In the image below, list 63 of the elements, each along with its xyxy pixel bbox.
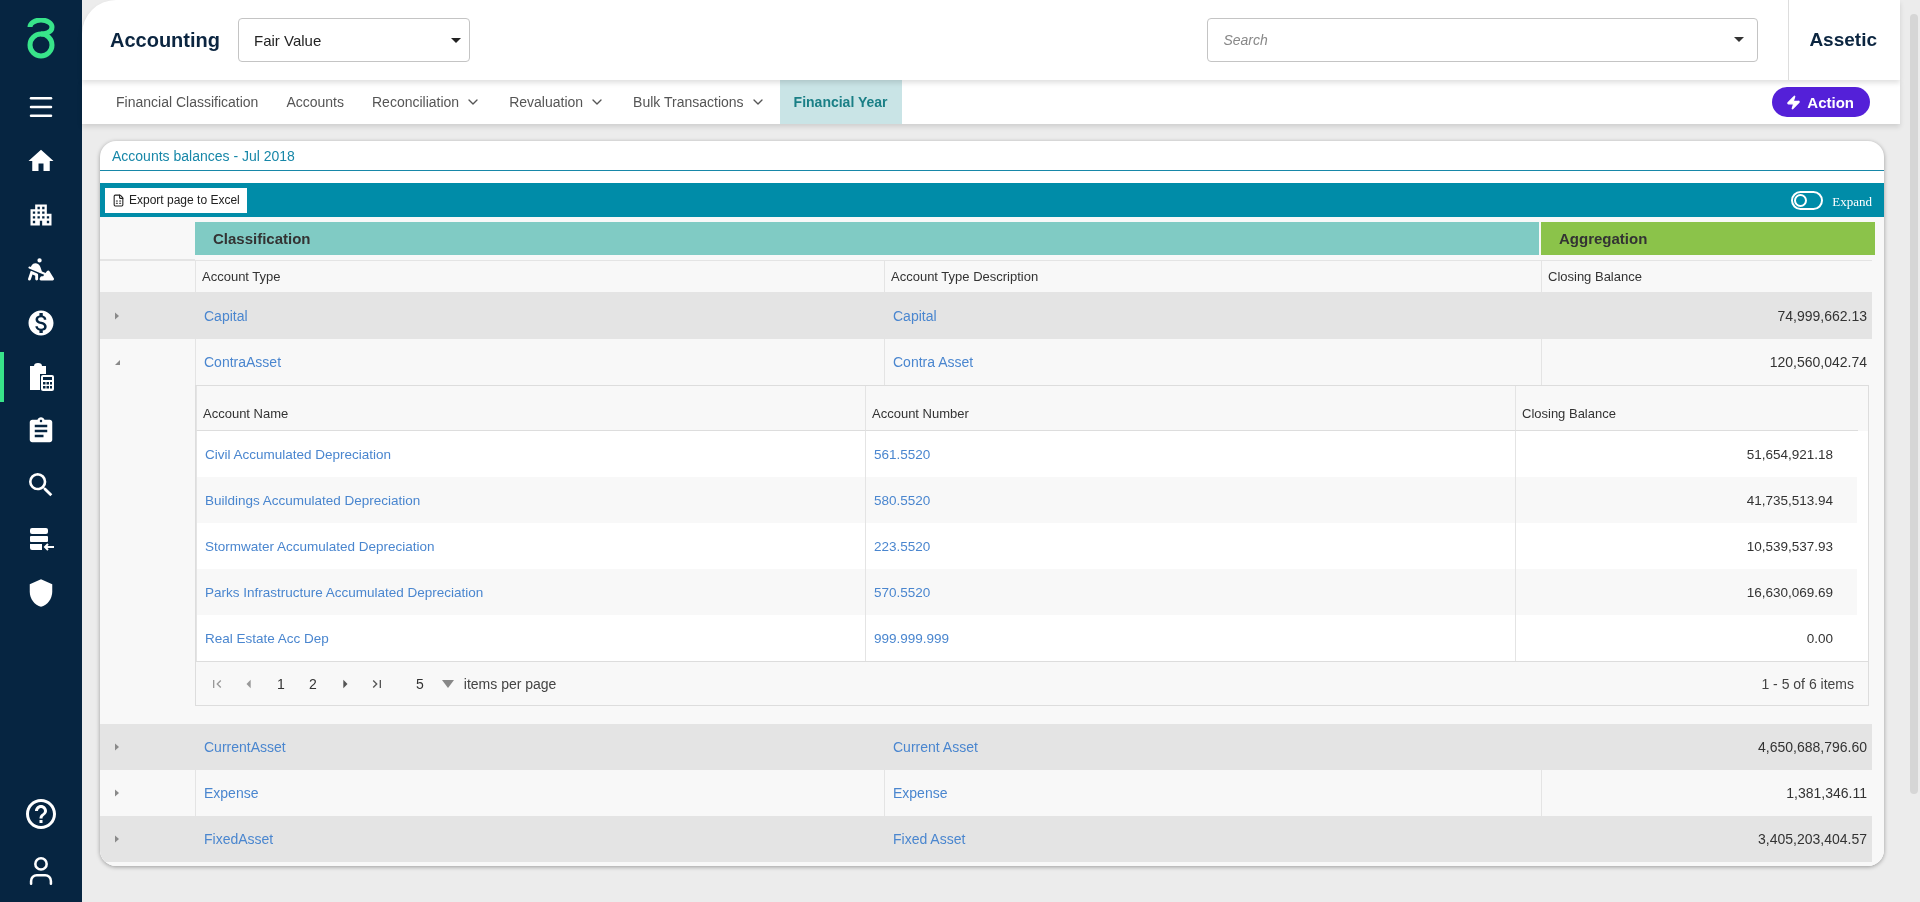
expand-toggle[interactable] — [1791, 190, 1824, 210]
column-header[interactable]: Account Type — [195, 261, 884, 292]
page-title: Accounting — [110, 28, 220, 52]
dropdown-caret-icon — [441, 679, 454, 688]
digging-worker-icon[interactable] — [28, 256, 54, 282]
description-link[interactable]: Expense — [893, 785, 948, 801]
nav-tab[interactable]: Accounts — [272, 80, 358, 124]
account-name-link[interactable]: Stormwater Accumulated Depreciation — [205, 538, 435, 554]
table-row[interactable]: Buildings Accumulated Depreciation 580.5520 41,735,513.94 — [196, 477, 1857, 523]
table-cell: 41,735,513.94 — [1746, 492, 1833, 508]
dollar-coin-icon[interactable] — [26, 308, 56, 338]
table-cell: 74,999,662.13 — [1777, 308, 1867, 324]
description-link[interactable]: Contra Asset — [893, 354, 974, 370]
action-button[interactable]: Action — [1772, 87, 1870, 117]
spreadsheet-icon — [112, 193, 125, 207]
table-row[interactable]: CurrentAsset Current Asset 4,650,688,796.60 — [100, 724, 1872, 770]
table-cell: 3,405,203,404.57 — [1758, 831, 1867, 847]
account-name-link[interactable]: Real Estate Acc Dep — [205, 630, 329, 646]
clipboard-calculator-icon[interactable] — [27, 362, 55, 392]
nav-tab[interactable]: Financial Year — [779, 80, 902, 124]
account-number-link[interactable]: 561.5520 — [874, 446, 931, 462]
list-arrow-icon[interactable] — [27, 525, 55, 553]
account-name-link[interactable]: Civil Accumulated Depreciation — [205, 446, 392, 462]
table-cell: 120,560,042.74 — [1769, 354, 1867, 370]
account-number-link[interactable]: 570.5520 — [874, 584, 931, 600]
card-title: Accounts balances - Jul 2018 — [112, 147, 295, 164]
toggle-label: Expand — [1832, 194, 1872, 210]
column-header[interactable]: Account Type Description — [884, 261, 1541, 292]
table-row[interactable]: Parks Infrastructure Accumulated Depreciation 570.5520 16,630,069.69 — [196, 569, 1857, 615]
search-field[interactable]: Search — [1207, 18, 1759, 62]
account-number-link[interactable]: 999.999.999 — [874, 630, 950, 646]
table-row[interactable]: Capital Capital 74,999,662.13 — [100, 293, 1872, 339]
table-cell: 51,654,921.18 — [1746, 446, 1833, 462]
nav-tab[interactable]: Reconciliation — [358, 80, 496, 124]
nav-tab[interactable]: Revaluation — [495, 80, 620, 124]
account-number-link[interactable]: 580.5520 — [874, 492, 931, 508]
page-number[interactable]: 2 — [302, 675, 324, 692]
lightning-icon — [1786, 94, 1802, 110]
help-icon[interactable] — [23, 796, 59, 832]
account-type-link[interactable]: Expense — [204, 785, 259, 801]
table-row[interactable]: FixedAsset Fixed Asset 3,405,203,404.57 — [100, 816, 1872, 862]
nav-tab[interactable]: Bulk Transactions — [619, 80, 780, 124]
column-group-header: Classification — [195, 222, 1539, 255]
dropdown-caret-icon — [451, 37, 461, 43]
table-cell: 4,650,688,796.60 — [1758, 739, 1867, 755]
table-cell: 16,630,069.69 — [1746, 584, 1833, 600]
table-cell: 0.00 — [1806, 630, 1833, 646]
page-number[interactable]: 1 — [270, 675, 292, 692]
table-cell: 10,539,537.93 — [1746, 538, 1833, 554]
column-header[interactable]: Closing Balance — [1541, 261, 1877, 292]
table-cell: 1,381,346.11 — [1786, 785, 1867, 801]
account-type-link[interactable]: ContraAsset — [204, 354, 282, 370]
pager-summary: 1 - 5 of 6 items — [1761, 675, 1854, 692]
column-group-header: Aggregation — [1541, 222, 1875, 255]
nav-tab[interactable]: Financial Classification — [102, 80, 273, 124]
export-button[interactable]: Export page to Excel — [105, 187, 247, 213]
account-name-link[interactable]: Parks Infrastructure Accumulated Depreciation — [205, 584, 484, 600]
page-size-select[interactable]: 5 — [416, 675, 454, 692]
account-number-link[interactable]: 223.5520 — [874, 538, 931, 554]
page-size-label: items per page — [463, 675, 557, 692]
view-select[interactable]: Fair Value — [238, 18, 470, 62]
dropdown-caret-icon — [1734, 37, 1745, 42]
account-name-link[interactable]: Buildings Accumulated Depreciation — [205, 492, 421, 508]
